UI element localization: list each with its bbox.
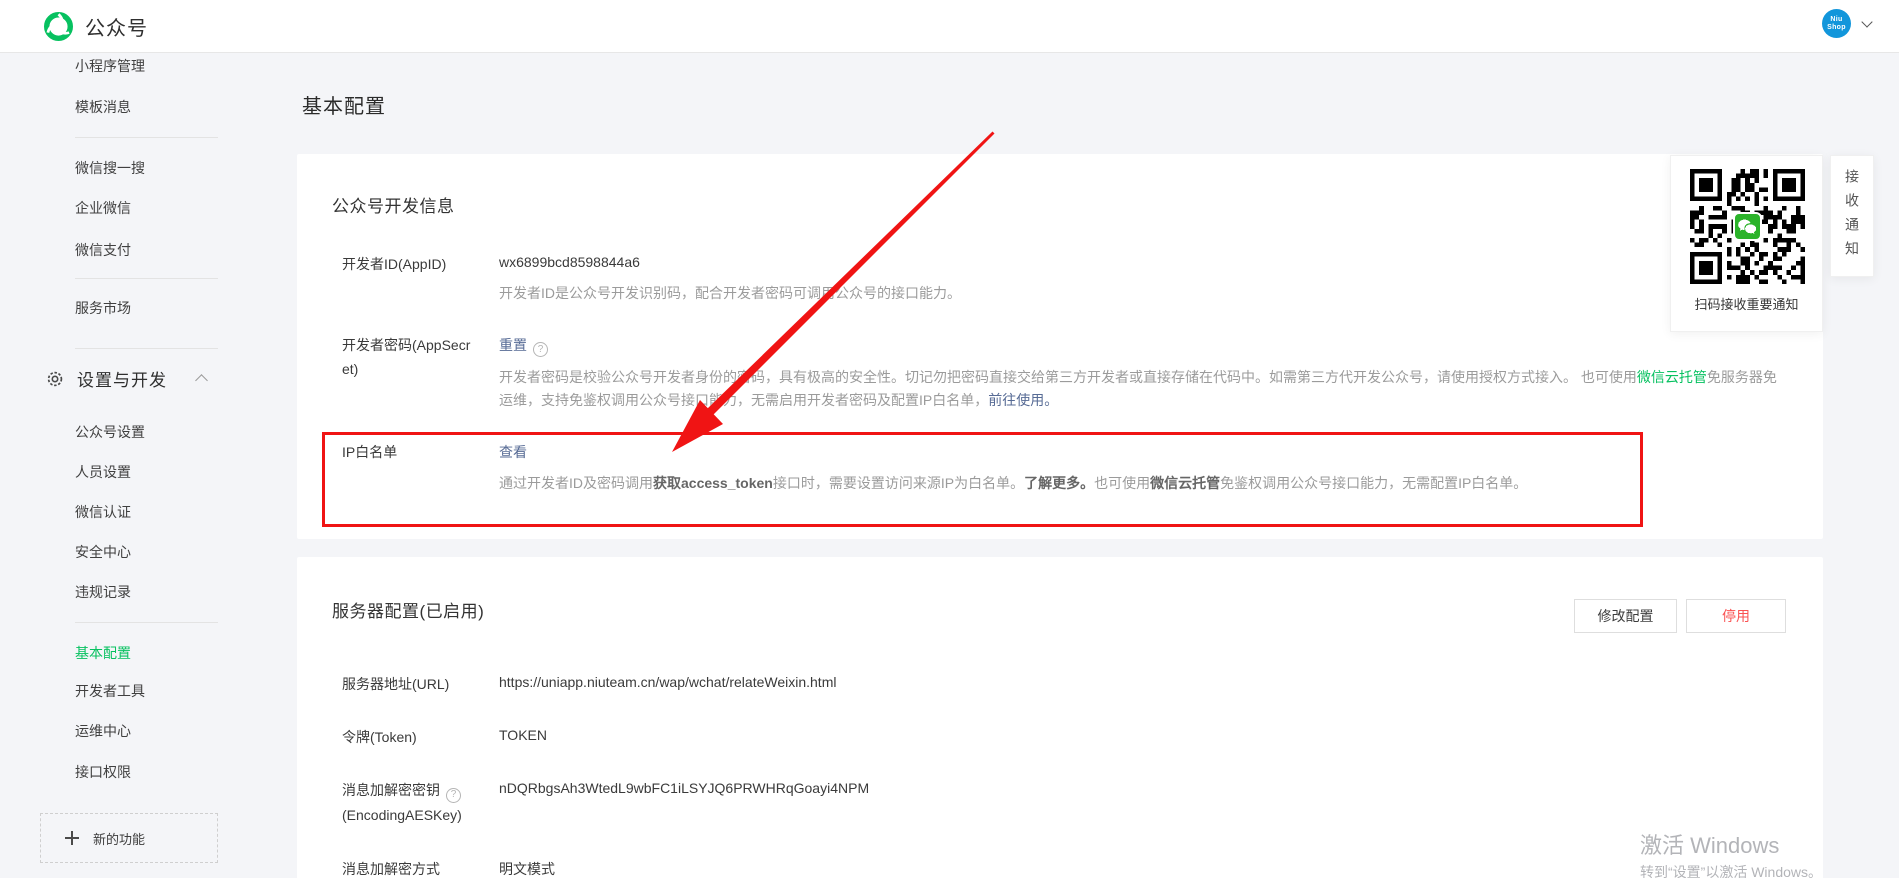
sidebar-item-wechat-pay[interactable]: 微信支付 bbox=[75, 240, 131, 260]
ip-whitelist-desc: 通过开发者ID及密码调用获取access_token接口时，需要设置访问来源IP… bbox=[499, 473, 1527, 493]
get-access-token-link[interactable]: 获取access_token bbox=[653, 475, 773, 491]
sidebar-divider bbox=[75, 137, 218, 138]
sidebar-item-wechat-search[interactable]: 微信搜一搜 bbox=[75, 158, 145, 178]
sidebar-section-settings-dev[interactable]: 设置与开发 bbox=[45, 366, 206, 391]
sidebar-item-account-settings[interactable]: 公众号设置 bbox=[75, 422, 145, 442]
server-url-label: 服务器地址(URL) bbox=[342, 672, 492, 696]
sidebar-item-template-msg[interactable]: 模板消息 bbox=[75, 97, 131, 117]
gear-icon bbox=[45, 369, 65, 389]
ip-desc-text4: 免鉴权调用公众号接口能力，无需配置IP白名单。 bbox=[1220, 475, 1527, 491]
new-feature-label: 新的功能 bbox=[93, 829, 145, 848]
sidebar-item-staff-settings[interactable]: 人员设置 bbox=[75, 462, 131, 482]
brand-name: 公众号 bbox=[85, 12, 148, 41]
aes-key-value: nDQRbgsAh3WtedL9wbFC1iLSYJQ6PRWHRqGoayi4… bbox=[499, 780, 869, 796]
modify-config-button[interactable]: 修改配置 bbox=[1574, 599, 1677, 633]
avatar-text-line2: Shop bbox=[1827, 24, 1846, 32]
learn-more-link[interactable]: 了解更多。 bbox=[1024, 475, 1094, 491]
token-label: 令牌(Token) bbox=[342, 725, 492, 749]
appid-label: 开发者ID(AppID) bbox=[342, 252, 492, 276]
receive-notify-tab[interactable]: 接收通知 bbox=[1830, 155, 1874, 277]
go-use-link[interactable]: 前往使用。 bbox=[988, 392, 1058, 408]
encrypt-mode-label: 消息加解密方式 bbox=[342, 857, 492, 878]
question-circle-icon[interactable]: ? bbox=[533, 342, 548, 357]
disable-button[interactable]: 停用 bbox=[1686, 599, 1786, 633]
ip-whitelist-label: IP白名单 bbox=[342, 440, 397, 464]
qr-caption: 扫码接收重要通知 bbox=[1671, 294, 1822, 313]
aes-key-label-line1: 消息加解密密钥 bbox=[342, 782, 440, 798]
wechat-official-account-logo-icon bbox=[44, 12, 73, 41]
sidebar-divider bbox=[75, 622, 218, 623]
ip-desc-text2: 接口时，需要设置访问来源IP为白名单。 bbox=[773, 475, 1024, 491]
question-circle-icon[interactable]: ? bbox=[446, 788, 461, 803]
sidebar-item-security-center[interactable]: 安全中心 bbox=[75, 542, 131, 562]
appsecret-desc-text1: 开发者密码是校验公众号开发者身份的密码，具有极高的安全性。切记勿把密码直接交给第… bbox=[499, 369, 1637, 385]
server-config-heading: 服务器配置(已启用) bbox=[332, 597, 484, 622]
sidebar-item-basic-config[interactable]: 基本配置 bbox=[75, 643, 131, 663]
app-body: 小程序管理 模板消息 微信搜一搜 企业微信 微信支付 服务市场 设置与开发 公众… bbox=[0, 53, 1899, 878]
avatar-text-line1: Niu bbox=[1830, 16, 1842, 24]
appsecret-desc-line1: 开发者密码是校验公众号开发者身份的密码，具有极高的安全性。切记勿把密码直接交给第… bbox=[499, 367, 1777, 387]
sidebar-item-ops-center[interactable]: 运维中心 bbox=[75, 721, 131, 741]
appsecret-reset-link[interactable]: 重置 bbox=[499, 337, 527, 353]
sidebar-item-violation-record[interactable]: 违规记录 bbox=[75, 582, 131, 602]
sidebar-divider bbox=[75, 348, 218, 349]
appsecret-label: 开发者密码(AppSecret) bbox=[342, 333, 474, 381]
sidebar-item-wecom[interactable]: 企业微信 bbox=[75, 198, 131, 218]
wechat-bubble-icon bbox=[1733, 212, 1762, 241]
aes-key-label: 消息加解密密钥? (EncodingAESKey) bbox=[342, 778, 502, 827]
token-value: TOKEN bbox=[499, 727, 547, 743]
sidebar-section-label: 设置与开发 bbox=[77, 366, 167, 391]
qr-notify-panel: 扫码接收重要通知 bbox=[1670, 155, 1823, 332]
ip-whitelist-view-link[interactable]: 查看 bbox=[499, 444, 527, 460]
cloud-hosting-link[interactable]: 微信云托管 bbox=[1637, 369, 1707, 385]
qr-code bbox=[1690, 169, 1805, 284]
encrypt-mode-value: 明文模式 bbox=[499, 859, 555, 878]
server-config-card: 服务器配置(已启用) 修改配置 停用 服务器地址(URL) https://un… bbox=[297, 557, 1823, 878]
sidebar-divider bbox=[75, 278, 218, 279]
appid-value: wx6899bcd8598844a6 bbox=[499, 254, 640, 270]
brand[interactable]: 公众号 bbox=[44, 12, 148, 41]
ip-desc-text3: 也可使用 bbox=[1094, 475, 1150, 491]
sidebar-item-api-permission[interactable]: 接口权限 bbox=[75, 762, 131, 782]
receive-notify-label: 接收通知 bbox=[1842, 169, 1862, 276]
account-menu[interactable]: Niu Shop bbox=[1822, 9, 1871, 38]
top-bar: 公众号 Niu Shop bbox=[0, 0, 1899, 53]
appsecret-desc-line2: 运维，支持免鉴权调用公众号接口能力，无需启用开发者密码及配置IP白名单，前往使用… bbox=[499, 390, 1058, 410]
dev-info-card: 公众号开发信息 开发者ID(AppID) wx6899bcd8598844a6 … bbox=[297, 154, 1823, 539]
appsecret-desc-text3: 运维，支持免鉴权调用公众号接口能力，无需启用开发者密码及配置IP白名单， bbox=[499, 392, 988, 408]
sidebar-item-miniprogram[interactable]: 小程序管理 bbox=[75, 56, 145, 76]
plus-icon bbox=[65, 831, 79, 845]
server-url-value: https://uniapp.niuteam.cn/wap/wchat/rela… bbox=[499, 674, 836, 690]
avatar[interactable]: Niu Shop bbox=[1822, 9, 1851, 38]
appsecret-desc-text2: 免服务器免 bbox=[1707, 369, 1777, 385]
chevron-down-icon[interactable] bbox=[1861, 16, 1872, 27]
chevron-up-icon bbox=[195, 374, 208, 387]
cloud-hosting-link2[interactable]: 微信云托管 bbox=[1150, 475, 1220, 491]
dev-info-heading: 公众号开发信息 bbox=[332, 192, 455, 217]
sidebar-item-service-market[interactable]: 服务市场 bbox=[75, 298, 131, 318]
appid-desc: 开发者ID是公众号开发识别码，配合开发者密码可调用公众号的接口能力。 bbox=[499, 283, 961, 303]
new-feature-button[interactable]: 新的功能 bbox=[40, 813, 218, 863]
sidebar-item-wechat-verify[interactable]: 微信认证 bbox=[75, 502, 131, 522]
sidebar-item-dev-tools[interactable]: 开发者工具 bbox=[75, 681, 145, 701]
aes-key-label-line2: (EncodingAESKey) bbox=[342, 807, 462, 823]
ip-desc-text1: 通过开发者ID及密码调用 bbox=[499, 475, 653, 491]
page-title: 基本配置 bbox=[302, 90, 386, 119]
